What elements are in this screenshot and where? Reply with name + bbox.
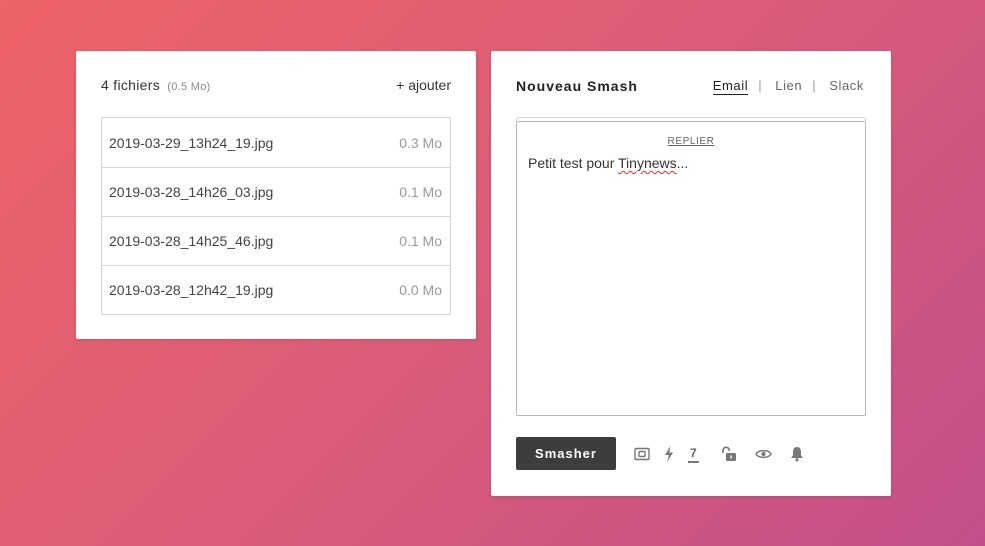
file-size: 0.0 Mo [399,282,442,298]
file-row[interactable]: 2019-03-28_14h25_46.jpg 0.1 Mo [102,216,450,265]
misspelled-word: Tinynews [618,155,677,171]
file-size: 0.1 Mo [399,184,442,200]
reply-link[interactable]: REPLIER [668,136,715,147]
message-text: Petit test pour Tinynews... [528,155,688,171]
tab-separator: | [758,78,763,93]
file-name: 2019-03-28_12h42_19.jpg [109,282,274,298]
message-prefix: Petit test pour [528,155,619,171]
files-header: 4 fichiers (0.5 Mo) + ajouter [101,77,451,97]
delivery-tabs: Email | Lien | Slack [712,78,864,95]
tab-slack[interactable]: Slack [829,78,864,95]
tab-separator: | [812,78,817,93]
compose-title: Nouveau Smash [516,78,638,94]
tab-lien[interactable]: Lien [775,78,802,95]
file-row[interactable]: 2019-03-29_13h24_19.jpg 0.3 Mo [102,118,450,167]
bell-icon[interactable] [789,444,805,464]
smash-button[interactable]: Smasher [516,437,616,470]
files-summary: 4 fichiers (0.5 Mo) [101,77,211,93]
file-name: 2019-03-28_14h26_03.jpg [109,184,274,200]
eye-icon[interactable] [754,444,772,464]
reply-link-wrapper: REPLIER [517,136,865,147]
photo-frame-icon[interactable] [633,444,651,464]
files-count: 4 fichiers [101,77,161,93]
compose-panel: Nouveau Smash Email | Lien | Slack REPLI… [491,51,891,496]
tab-email[interactable]: Email [712,78,749,95]
message-textarea[interactable]: REPLIER Petit test pour Tinynews... [516,121,866,416]
files-total-size: (0.5 Mo) [167,81,211,93]
file-name: 2019-03-29_13h24_19.jpg [109,134,274,151]
message-suffix: ... [676,155,689,171]
file-name: 2019-03-28_14h25_46.jpg [109,233,274,249]
file-list: 2019-03-29_13h24_19.jpg 0.3 Mo 2019-03-2… [101,117,451,315]
file-size: 0.1 Mo [399,233,442,249]
file-size: 0.3 Mo [399,134,442,151]
files-panel: 4 fichiers (0.5 Mo) + ajouter 2019-03-29… [76,51,476,339]
add-files-button[interactable]: + ajouter [396,77,451,93]
file-row[interactable]: 2019-03-28_12h42_19.jpg 0.0 Mo [102,265,450,314]
file-row[interactable]: 2019-03-28_14h26_03.jpg 0.1 Mo [102,167,450,216]
unlock-icon[interactable] [720,444,738,464]
expiry-days-selector[interactable]: 7 [688,447,699,463]
lightning-icon[interactable] [663,444,675,464]
